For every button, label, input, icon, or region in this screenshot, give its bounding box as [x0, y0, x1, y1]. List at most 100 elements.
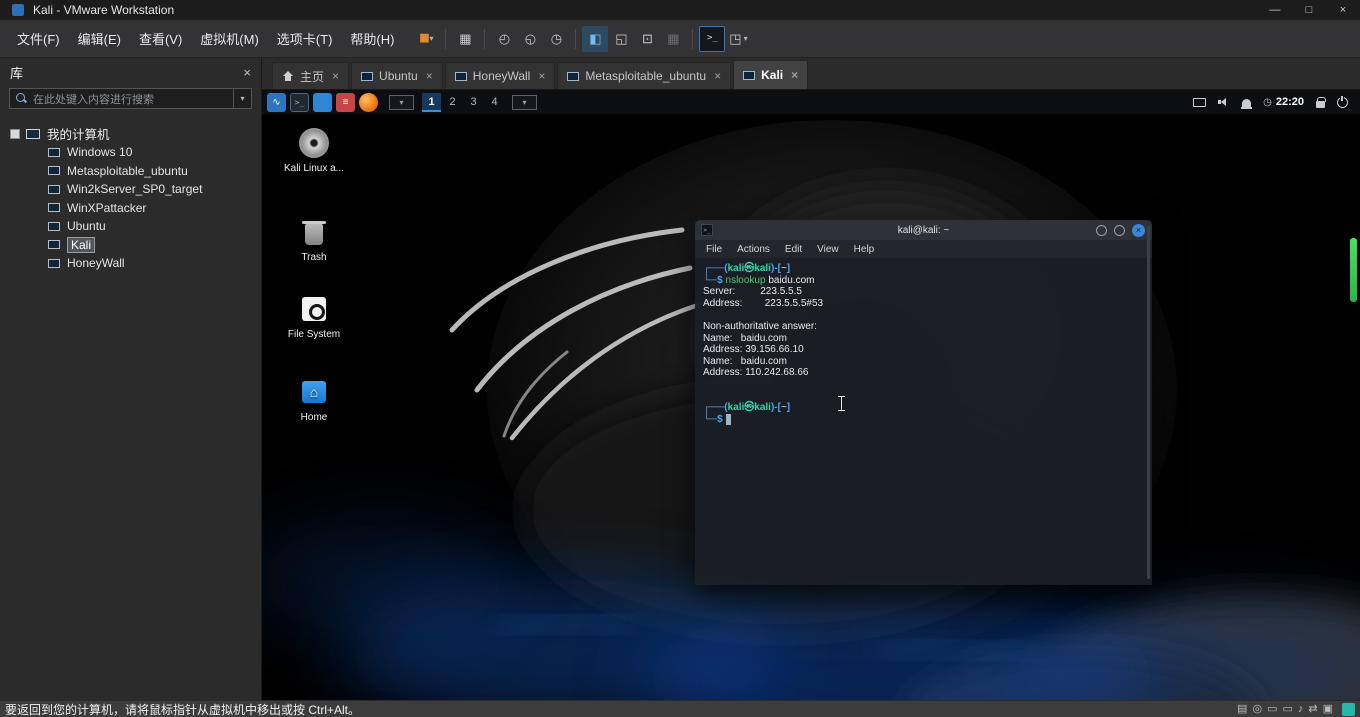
close-button[interactable]: ×: [1326, 0, 1360, 20]
library-search-input[interactable]: 在此处键入内容进行搜索 ▾: [9, 88, 252, 109]
terminal-menu-help[interactable]: Help: [854, 244, 875, 255]
terminal-menu-edit[interactable]: Edit: [785, 244, 802, 255]
vm-tree-item-kali[interactable]: Kali: [0, 236, 261, 255]
vm-tree-root[interactable]: 我的计算机: [0, 124, 261, 143]
network-adapter-2-icon[interactable]: ▭: [1282, 703, 1292, 715]
display-device-icon[interactable]: ▣: [1323, 703, 1333, 715]
library-close-icon[interactable]: ×: [243, 66, 251, 79]
tab-close-icon[interactable]: ×: [714, 69, 721, 83]
vm-monitor-icon: [48, 147, 60, 157]
text-editor-launcher-icon[interactable]: ≡: [336, 92, 355, 112]
tab-ubuntu[interactable]: Ubuntu ×: [351, 62, 443, 89]
vm-tree-item-windows-10[interactable]: Windows 10: [0, 143, 261, 162]
search-dropdown-icon[interactable]: ▾: [233, 89, 251, 108]
terminal-line: Name: baidu.com: [703, 333, 1144, 345]
power-indicator-icon[interactable]: [1337, 95, 1348, 108]
vm-tree-item-metasploitable-ubuntu[interactable]: Metasploitable_ubuntu: [0, 162, 261, 181]
tab-metasploitable-ubuntu[interactable]: Metasploitable_ubuntu ×: [557, 62, 732, 89]
minimize-button[interactable]: —: [1258, 0, 1292, 20]
suspend-button[interactable]: ▮▮ ▾: [413, 26, 439, 52]
panel-applet-right[interactable]: ▾: [512, 94, 537, 110]
menu-item-v[interactable]: 查看(V): [130, 24, 191, 53]
snapshot-revert-icon: ◵: [524, 31, 537, 46]
dropdown-caret-icon[interactable]: ▾: [430, 34, 434, 43]
tab-label: HoneyWall: [472, 69, 531, 83]
kali-menu-launcher-icon[interactable]: ∿: [267, 92, 286, 112]
tab-close-icon[interactable]: ×: [791, 68, 798, 82]
firefox-launcher-icon[interactable]: [359, 92, 378, 112]
file-manager-launcher-icon[interactable]: [313, 92, 332, 112]
tab-home[interactable]: 主页 ×: [272, 62, 350, 89]
send-ctrl-alt-del-button[interactable]: ▦: [452, 26, 478, 52]
toolbar-separator: [575, 28, 577, 49]
maximize-button[interactable]: □: [1292, 0, 1326, 20]
show-library-button[interactable]: ◧: [582, 25, 609, 52]
vm-tree-item-win2kserver-sp0-target[interactable]: Win2kServer_SP0_target: [0, 180, 261, 199]
panel-clock[interactable]: ◷ 22:20: [1263, 96, 1304, 108]
terminal-body[interactable]: ┌──(kali㉿kali)-[~] └─$ nslookup baidu.com…: [695, 258, 1152, 585]
vm-monitor-icon: [743, 70, 756, 80]
terminal-text-segment: ]: [786, 402, 791, 414]
dropdown-caret-icon[interactable]: ▾: [744, 34, 748, 43]
vm-screen[interactable]: ∿ >_ ≡ ▾ 1234 ▾ ◷ 22:20 Kali Linux a... …: [262, 90, 1360, 700]
tab-close-icon[interactable]: ×: [426, 69, 433, 83]
terminal-titlebar[interactable]: >_ kali@kali: ~ ×: [695, 220, 1152, 240]
screenlock-indicator-icon[interactable]: [1316, 96, 1326, 108]
hard-disk-icon[interactable]: ▤: [1237, 703, 1247, 715]
show-thumbnail-bar-button[interactable]: ◱: [608, 26, 634, 52]
message-log-indicator[interactable]: [1342, 702, 1355, 716]
snapshot-take-button[interactable]: ◴: [491, 26, 517, 52]
menu-item-e[interactable]: 编辑(E): [69, 24, 130, 53]
terminal-line: Server: 223.5.5.5: [703, 286, 1144, 298]
terminal-launcher-icon[interactable]: >_: [290, 92, 309, 112]
display-indicator-icon[interactable]: [1193, 97, 1207, 107]
terminal-minimize-button[interactable]: [1096, 224, 1107, 236]
sound-icon[interactable]: ♪: [1298, 703, 1304, 715]
vm-tree-item-ubuntu[interactable]: Ubuntu: [0, 217, 261, 236]
vm-tree-item-winxpattacker[interactable]: WinXPattacker: [0, 199, 261, 218]
vm-tree-items: Windows 10 Metasploitable_ubuntu Win2kServ…: [0, 143, 261, 273]
fit-guest-button[interactable]: ◳ ▾: [725, 26, 751, 52]
workspace-2[interactable]: 2: [443, 93, 462, 112]
panel-applet-left[interactable]: ▾: [389, 94, 414, 110]
vm-name-label: Windows 10: [67, 145, 133, 160]
network-adapter-icon[interactable]: ▭: [1267, 703, 1277, 715]
terminal-maximize-button[interactable]: [1114, 224, 1125, 236]
menu-item-m[interactable]: 虚拟机(M): [191, 24, 268, 53]
cd-rom-icon[interactable]: ◎: [1252, 703, 1262, 715]
workspace-1[interactable]: 1: [422, 92, 441, 112]
workspace-3[interactable]: 3: [464, 93, 483, 112]
terminal-close-button[interactable]: ×: [1132, 223, 1145, 237]
snapshot-revert-button[interactable]: ◵: [517, 26, 543, 52]
menu-item-t[interactable]: 选项卡(T): [268, 24, 342, 53]
snapshot-manager-button[interactable]: ◷: [543, 26, 569, 52]
terminal-menu-actions[interactable]: Actions: [737, 244, 770, 255]
desktop-icon-trash[interactable]: Trash: [278, 217, 350, 263]
menu-item-f[interactable]: 文件(F): [8, 24, 69, 53]
terminal-menu-view[interactable]: View: [817, 244, 839, 255]
desktop-icon-file-system[interactable]: File System: [278, 294, 350, 340]
terminal-text-segment: └─$: [703, 274, 723, 286]
notifications-indicator-icon[interactable]: [1241, 98, 1253, 109]
vm-tree-item-honeywall[interactable]: HoneyWall: [0, 254, 261, 273]
tab-close-icon[interactable]: ×: [332, 69, 339, 83]
volume-indicator-icon[interactable]: [1218, 97, 1230, 107]
tab-honeywall[interactable]: HoneyWall ×: [444, 62, 556, 89]
terminal-window[interactable]: >_ kali@kali: ~ × File Actions Edit View Hel…: [695, 220, 1152, 585]
desktop-icon-label: Kali Linux a...: [283, 163, 345, 174]
vm-scroll-indicator[interactable]: [1350, 238, 1357, 302]
desktop-icon-home[interactable]: Home: [278, 377, 350, 423]
usb-icon[interactable]: ⇄: [1308, 703, 1317, 715]
desktop-icon-kali-linux-a[interactable]: Kali Linux a...: [278, 128, 350, 174]
tab-close-icon[interactable]: ×: [538, 69, 545, 83]
terminal-scrollbar[interactable]: [1147, 226, 1150, 579]
menu-item-h[interactable]: 帮助(H): [341, 24, 403, 53]
terminal-menu-file[interactable]: File: [706, 244, 722, 255]
fullscreen-button[interactable]: ⊡: [634, 26, 660, 52]
tab-kali[interactable]: Kali ×: [733, 60, 809, 89]
workspace-4[interactable]: 4: [485, 93, 504, 112]
mouse-cursor-ibeam: [837, 395, 846, 412]
enhanced-console-button[interactable]: >_: [699, 25, 726, 52]
